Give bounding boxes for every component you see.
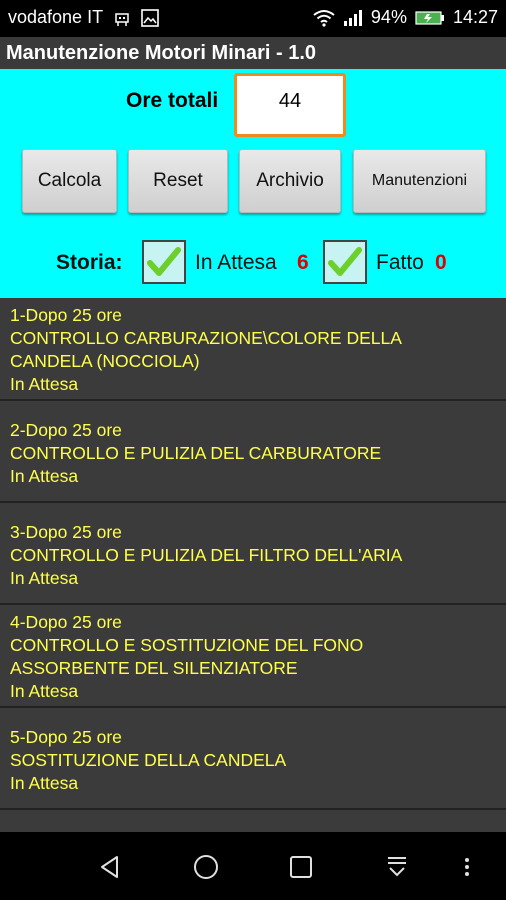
clock: 14:27 <box>452 7 498 27</box>
item-description: CONTROLLO E SOSTITUZIONE DEL FONO <box>10 635 364 655</box>
item-header: 2-Dopo 25 ore <box>10 420 122 440</box>
home-icon <box>194 855 218 879</box>
ore-totali-label: Ore totali <box>126 89 219 112</box>
back-button[interactable] <box>93 850 127 884</box>
status-icons-right: 94% 14:27 <box>313 7 498 28</box>
image-icon <box>141 9 159 27</box>
maintenance-list[interactable]: 1-Dopo 25 ore CONTROLLO CARBURAZIONE\COL… <box>0 298 506 832</box>
wifi-icon <box>313 9 335 27</box>
app-title-bar: Manutenzione Motori Minari - 1.0 <box>0 37 506 69</box>
fatto-checkbox[interactable] <box>323 240 367 284</box>
list-item[interactable] <box>0 810 506 832</box>
reset-button[interactable]: Reset <box>128 149 228 213</box>
archivio-button[interactable]: Archivio <box>239 149 341 213</box>
list-item[interactable]: 3-Dopo 25 ore CONTROLLO E PULIZIA DEL FI… <box>0 503 506 605</box>
more-button[interactable] <box>450 850 484 884</box>
list-item[interactable]: 5-Dopo 25 ore SOSTITUZIONE DELLA CANDELA… <box>0 708 506 810</box>
item-description: SOSTITUZIONE DELLA CANDELA <box>10 750 287 770</box>
recents-icon <box>290 856 312 878</box>
fatto-count: 0 <box>435 251 447 274</box>
checkmark-icon <box>328 247 362 276</box>
item-header: 3-Dopo 25 ore <box>10 522 122 542</box>
item-status: In Attesa <box>10 466 79 486</box>
item-description: ASSORBENTE DEL SILENZIATORE <box>10 658 298 678</box>
status-icons-left <box>112 8 160 28</box>
item-header: 5-Dopo 25 ore <box>10 727 122 747</box>
notification-pull-icon <box>388 857 406 877</box>
list-item[interactable]: 1-Dopo 25 ore CONTROLLO CARBURAZIONE\COL… <box>0 298 506 401</box>
item-status: In Attesa <box>10 568 79 588</box>
checkmark-icon <box>147 247 181 276</box>
calcola-button[interactable]: Calcola <box>22 149 117 213</box>
app-title: Manutenzione Motori Minari - 1.0 <box>6 42 317 64</box>
item-header: 4-Dopo 25 ore <box>10 612 122 632</box>
back-icon <box>101 856 118 878</box>
status-bar: vodafone IT 94% 14:27 <box>0 0 506 37</box>
item-description: CONTROLLO CARBURAZIONE\COLORE DELLA <box>10 328 402 348</box>
item-status: In Attesa <box>10 374 79 394</box>
list-item[interactable]: 4-Dopo 25 ore CONTROLLO E SOSTITUZIONE D… <box>0 605 506 708</box>
in-attesa-checkbox[interactable] <box>142 240 186 284</box>
carrier-name: vodafone IT <box>8 7 104 27</box>
fatto-label: Fatto <box>376 251 424 274</box>
battery-icon <box>415 10 444 25</box>
battery-percent: 94% <box>370 7 407 27</box>
more-icon <box>465 858 469 876</box>
navigation-bar <box>0 832 506 900</box>
usb-icon <box>115 13 129 26</box>
ore-totali-input[interactable]: 44 <box>234 73 346 137</box>
manutenzioni-button[interactable]: Manutenzioni <box>353 149 486 213</box>
item-description: CONTROLLO E PULIZIA DEL CARBURATORE <box>10 443 382 463</box>
item-description: CONTROLLO E PULIZIA DEL FILTRO DELL'ARIA <box>10 545 403 565</box>
calcola-button-label: Calcola <box>37 170 102 191</box>
notification-pull-button[interactable] <box>380 850 414 884</box>
recents-button[interactable] <box>284 850 318 884</box>
manutenzioni-button-label: Manutenzioni <box>371 172 468 189</box>
archivio-button-label: Archivio <box>256 170 324 191</box>
reset-button-label: Reset <box>153 170 203 191</box>
item-description: CANDELA (NOCCIOLA) <box>10 351 200 371</box>
list-item[interactable]: 2-Dopo 25 ore CONTROLLO E PULIZIA DEL CA… <box>0 401 506 503</box>
signal-icon <box>343 9 362 26</box>
storia-label: Storia: <box>56 251 123 274</box>
item-status: In Attesa <box>10 681 79 701</box>
item-header: 1-Dopo 25 ore <box>10 305 122 325</box>
storia-row: Storia: In Attesa 6 Fatto 0 <box>0 237 506 287</box>
controls-panel: Ore totali 44 Calcola Reset Archivio Man… <box>0 69 506 298</box>
home-button[interactable] <box>189 850 223 884</box>
item-status: In Attesa <box>10 773 79 793</box>
in-attesa-count: 6 <box>297 251 309 274</box>
in-attesa-label: In Attesa <box>195 251 277 274</box>
